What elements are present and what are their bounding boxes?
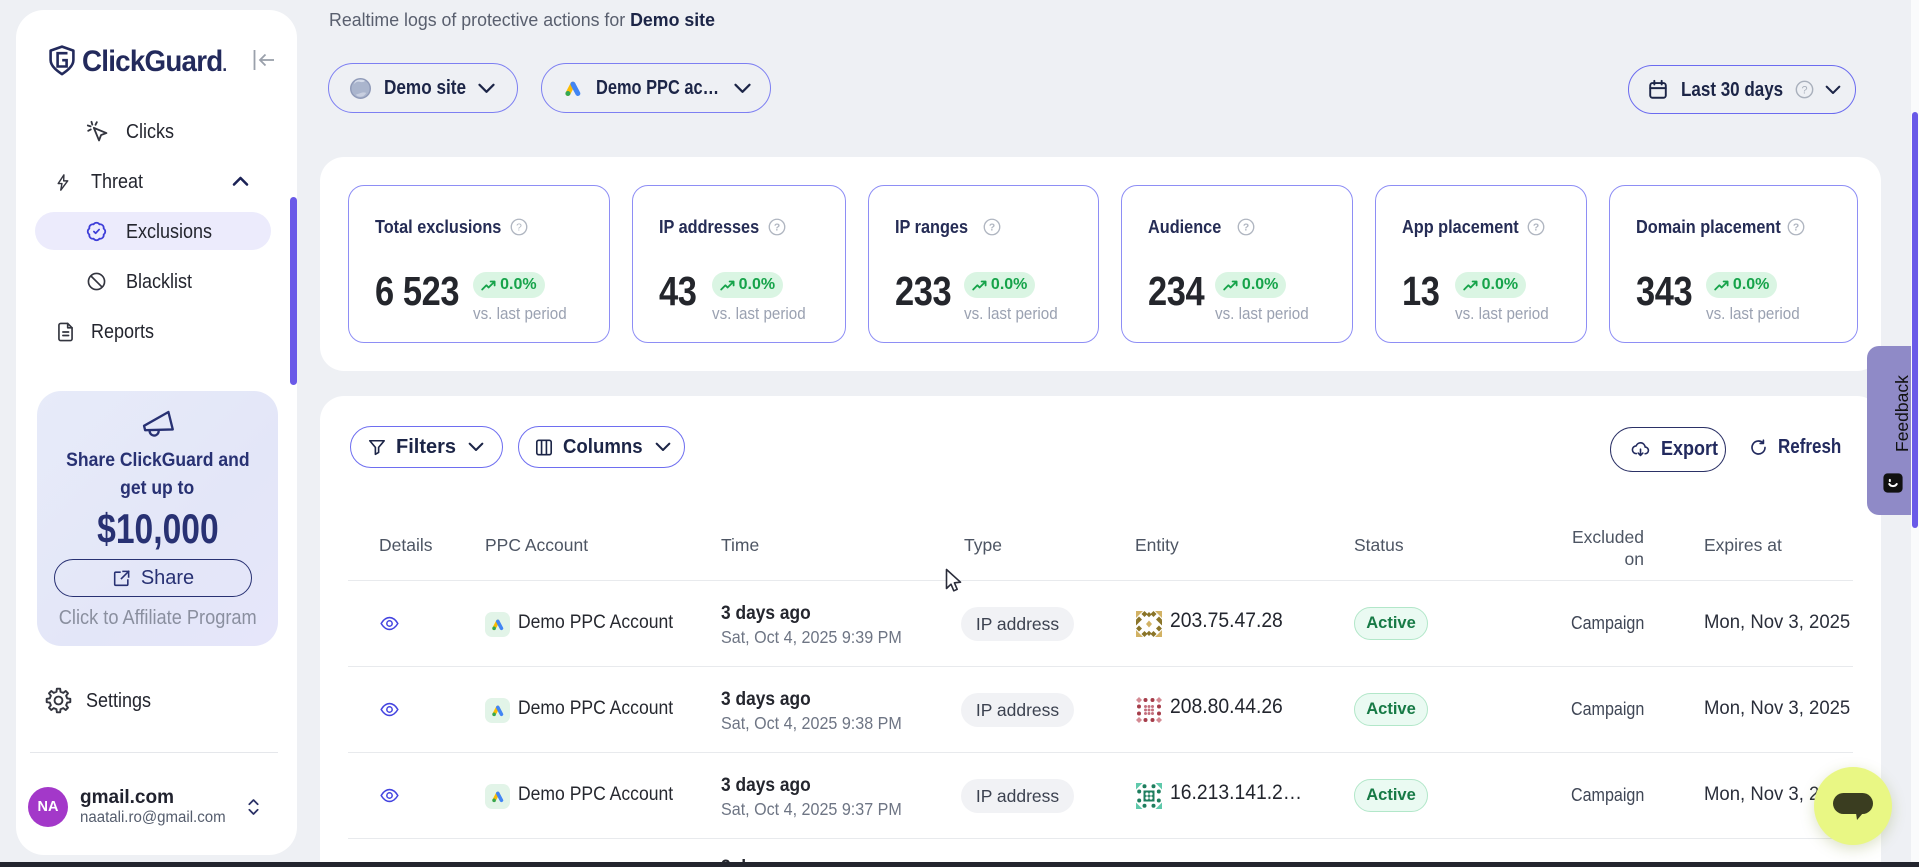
- svg-text:?: ?: [1243, 223, 1249, 234]
- svg-text:?: ?: [516, 223, 522, 234]
- svg-text:?: ?: [1793, 223, 1799, 234]
- svg-text:?: ?: [989, 223, 995, 234]
- svg-text:?: ?: [774, 223, 780, 234]
- svg-text:?: ?: [1801, 84, 1807, 96]
- svg-text:?: ?: [1533, 223, 1539, 234]
